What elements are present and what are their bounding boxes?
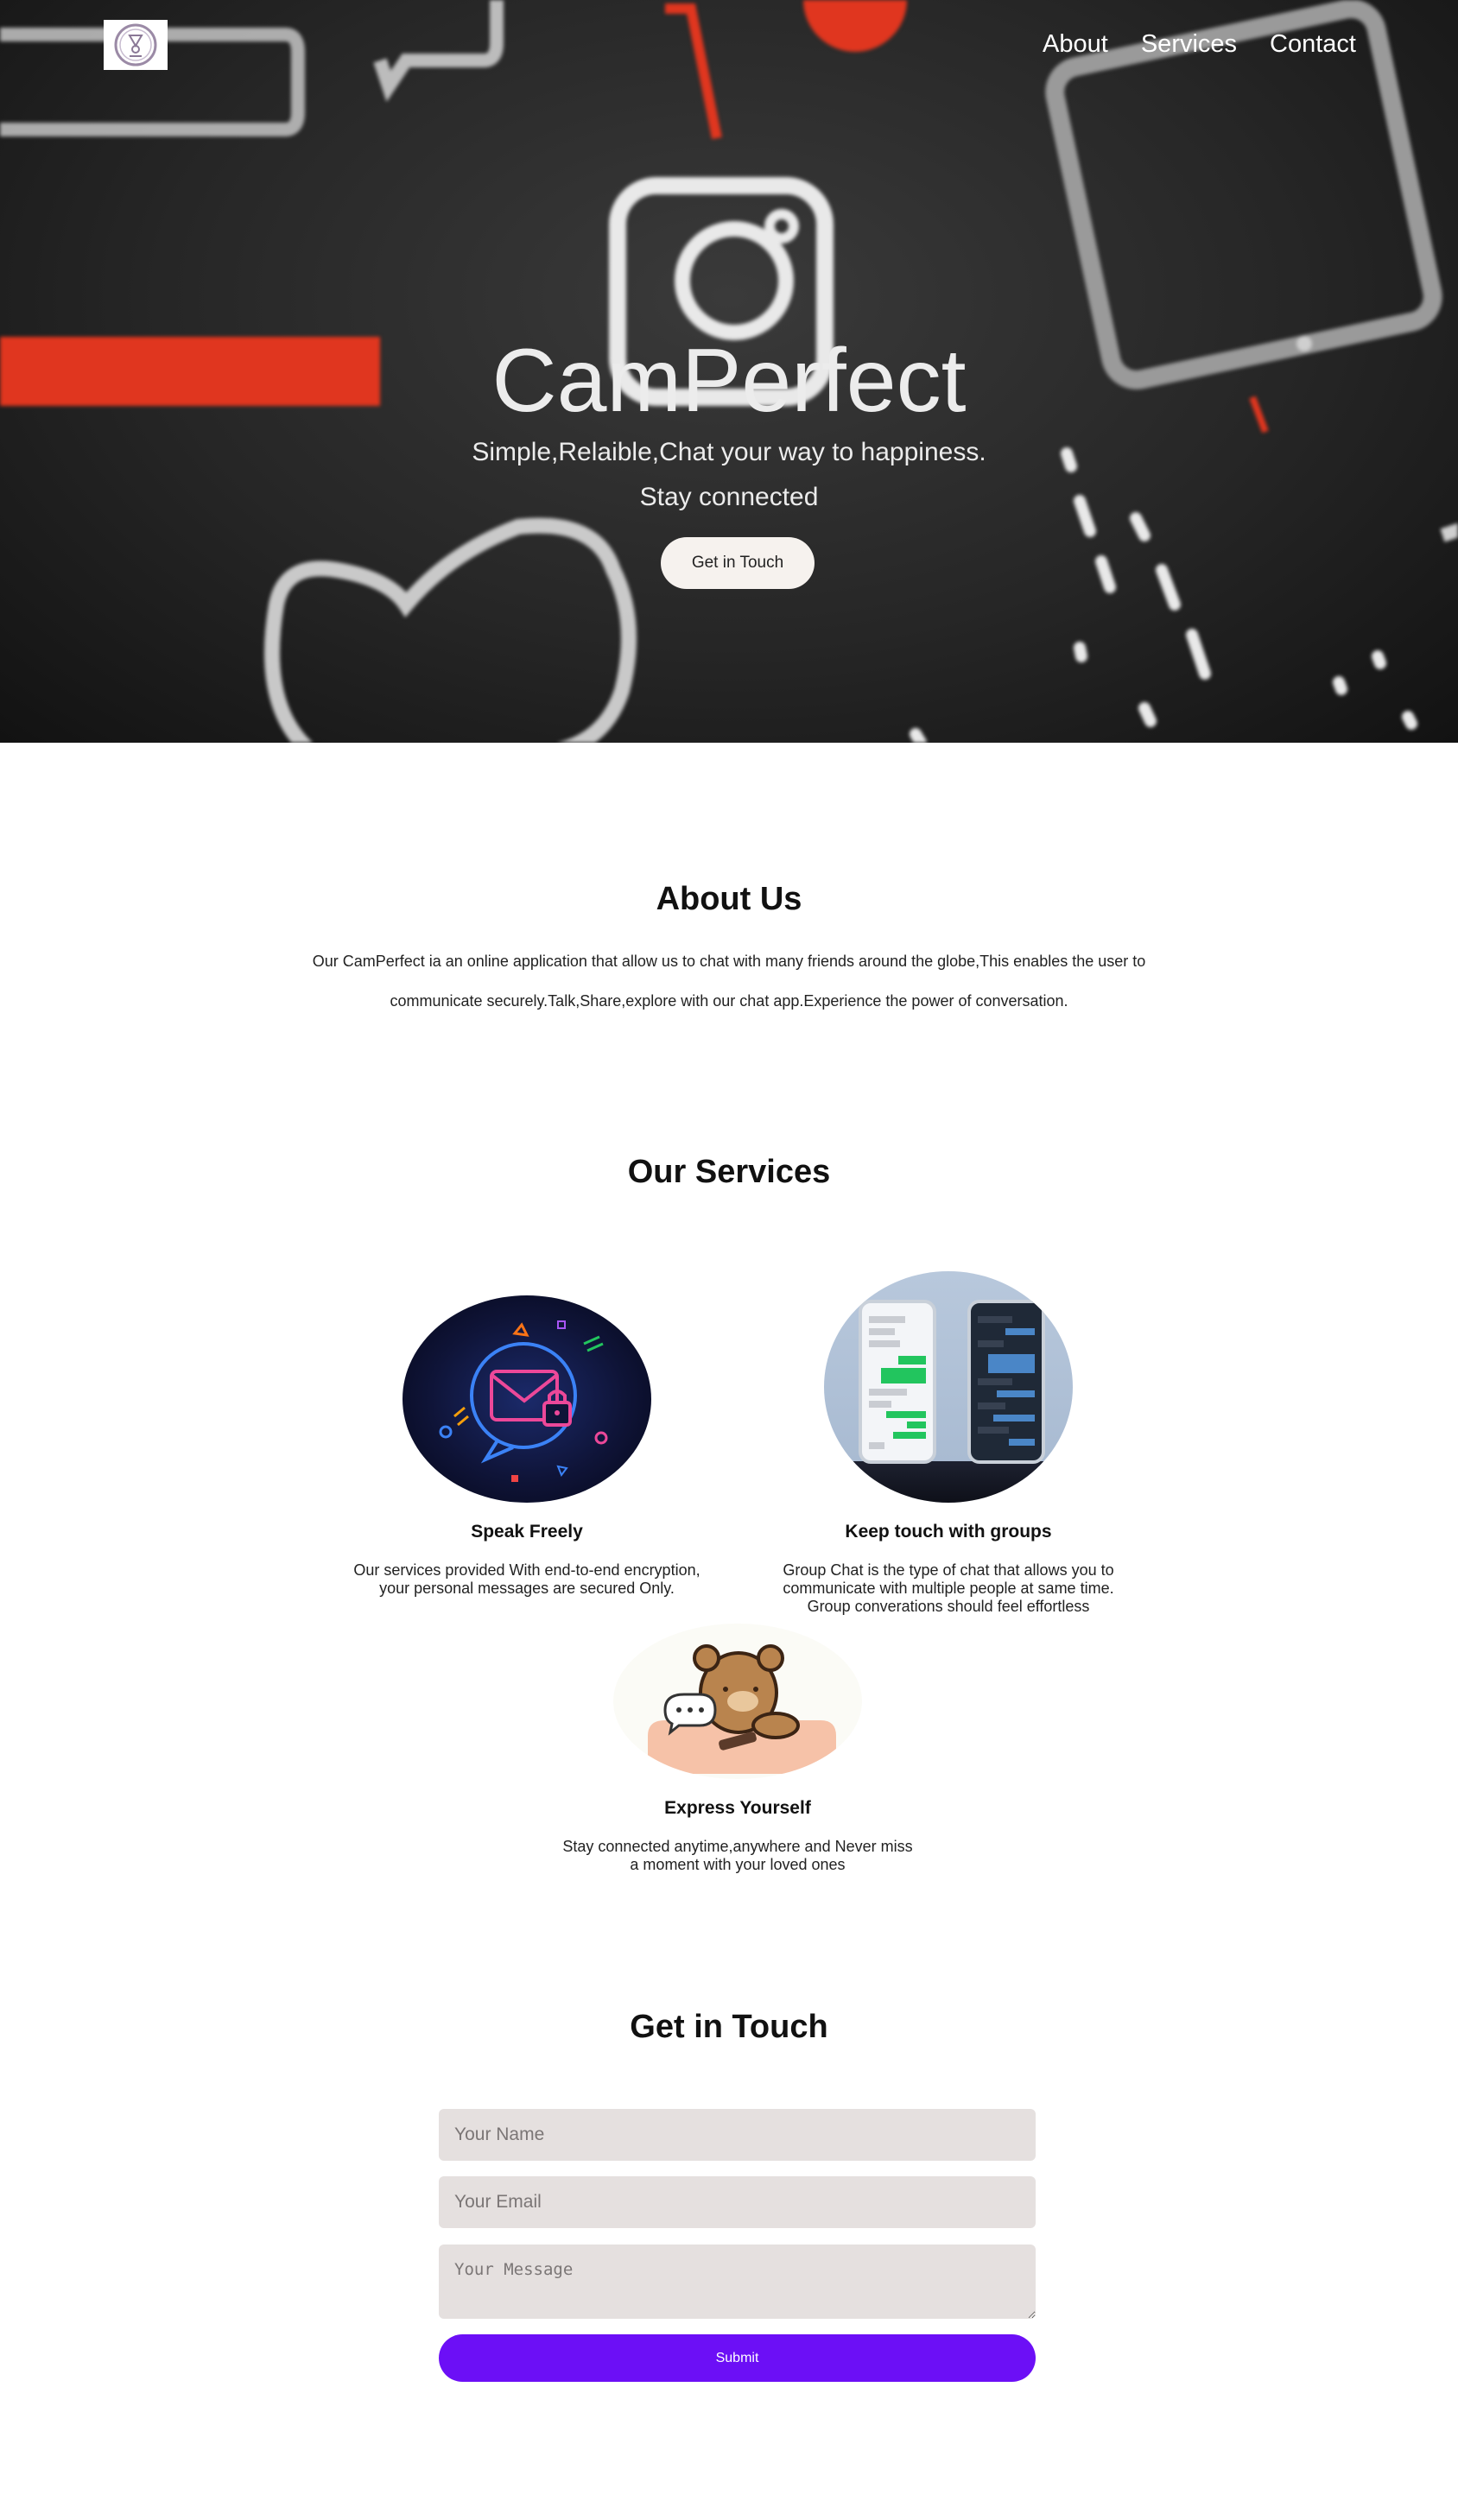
service-image (824, 1271, 1073, 1503)
service-text: Stay connected anytime,anywhere and Neve… (562, 1838, 913, 1873)
service-title: Keep touch with groups (845, 1522, 1052, 1542)
nav-about[interactable]: About (1043, 28, 1108, 60)
hero-title: CamPerfect (491, 331, 967, 431)
hero-section: About Services Contact CamPerfect Simple… (0, 0, 1458, 743)
service-card-groups: Keep touch with groups Group Chat is the… (767, 1271, 1130, 1616)
service-title: Speak Freely (471, 1522, 583, 1542)
logo[interactable] (104, 20, 168, 70)
main-nav: About Services Contact (1043, 28, 1356, 60)
hero-subtitle-2: Stay connected (639, 483, 819, 511)
submit-button[interactable]: Submit (439, 2334, 1036, 2382)
about-text: Our CamPerfect ia an online application … (312, 953, 1146, 1010)
phone-chat-icon (859, 1300, 1045, 1464)
services-title: Our Services (627, 1154, 831, 1190)
service-card-speak-freely: Speak Freely Our services provided With … (345, 1295, 708, 1598)
message-textarea[interactable] (439, 2245, 1036, 2319)
nav-contact[interactable]: Contact (1270, 28, 1356, 60)
nav-services[interactable]: Services (1141, 28, 1237, 60)
contact-title: Get in Touch (630, 2009, 828, 2045)
email-input[interactable] (439, 2176, 1036, 2228)
service-card-express-yourself: Express Yourself Stay connected anytime,… (556, 1624, 919, 1874)
service-text: Our services provided With end-to-end en… (353, 1561, 700, 1597)
service-image (613, 1624, 862, 1779)
name-input[interactable] (439, 2109, 1036, 2161)
bear-phone-icon (648, 1644, 836, 1774)
get-in-touch-button[interactable]: Get in Touch (661, 537, 815, 589)
about-title: About Us (656, 881, 802, 917)
hero-subtitle-1: Simple,Relaible,Chat your way to happine… (472, 438, 986, 466)
service-title: Express Yourself (664, 1798, 811, 1818)
neon-lock-envelope-icon (439, 1320, 608, 1482)
service-image (403, 1295, 651, 1503)
service-text: Group Chat is the type of chat that allo… (783, 1561, 1114, 1615)
badge-logo-icon (114, 23, 157, 66)
